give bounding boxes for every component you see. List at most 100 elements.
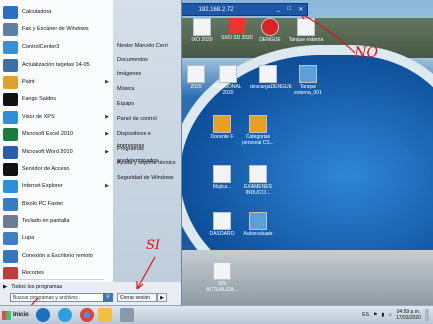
submenu-arrow-icon: ▶ <box>105 114 109 120</box>
submenu-arrow-icon: ▶ <box>105 149 109 155</box>
start-menu-right-item[interactable]: Nestor Marcelo Cerri <box>117 40 179 52</box>
start-menu-item[interactable]: Bixolo PC Faxter <box>0 195 113 213</box>
start-menu-item-label: Fango Saldos <box>22 96 56 102</box>
submenu-arrow-icon: ▶ <box>105 183 109 189</box>
clock[interactable]: 04:59 p.m. 17/03/2020 <box>396 309 421 321</box>
start-menu-right-item[interactable]: Música <box>117 83 179 95</box>
submenu-arrow-icon: ▶ <box>105 131 109 137</box>
program-icon <box>3 110 18 124</box>
program-icon <box>3 75 18 89</box>
start-menu-item-label: Internet Explorer <box>22 183 63 189</box>
program-icon <box>3 22 18 36</box>
network-icon[interactable]: ▮ <box>381 312 384 318</box>
start-menu-item[interactable]: Servidor de Acceso <box>0 160 113 178</box>
desktop-icon[interactable]: PERSONAL 2020 <box>210 65 246 96</box>
divider <box>4 279 104 280</box>
desktop-icon[interactable]: EXAMENES INDUCCI... <box>240 165 276 196</box>
program-icon <box>3 145 18 159</box>
triangle-right-icon: ▶ <box>3 284 8 290</box>
start-menu-item-label: Actualización tarjetas 14-05 <box>22 62 90 68</box>
program-icon <box>3 214 18 228</box>
start-menu-item-label: Microsoft Word 2010 <box>22 149 73 155</box>
start-menu-item-label: Fax y Escáner de Windows <box>22 26 89 32</box>
start-menu-item[interactable]: Calculadora <box>0 3 113 21</box>
desktop-icon[interactable]: Mujica... <box>204 165 240 190</box>
window-controls: _ □ ✕ <box>273 6 307 13</box>
start-menu-item-label: Recortes <box>22 270 45 276</box>
start-menu-item[interactable]: Fax y Escáner de Windows <box>0 20 113 38</box>
show-desktop-button[interactable] <box>425 309 429 321</box>
program-icon <box>3 58 18 72</box>
program-icon <box>3 92 18 106</box>
start-menu-right-item[interactable]: Documentos <box>117 54 179 66</box>
desktop-icon[interactable]: Docente F <box>204 115 240 140</box>
desktop-icon[interactable]: 2020 <box>178 65 214 90</box>
windows-logo-icon <box>2 310 11 320</box>
search-icon[interactable]: ⚲ <box>103 293 113 302</box>
start-menu-item-label: Conexión a Escritorio remoto <box>22 253 93 259</box>
desktop-icon[interactable]: SIS ACTUALIZA... <box>204 262 240 293</box>
start-menu-item-label: Teclado en pantalla <box>22 218 70 224</box>
program-icon <box>3 266 18 280</box>
close-button[interactable]: ✕ <box>298 6 303 13</box>
app-taskbar-icon[interactable] <box>120 308 134 322</box>
desktop-icon[interactable]: DASOARO <box>204 212 240 237</box>
start-menu-item-label: Visor de XPS <box>22 114 55 120</box>
chrome-taskbar-icon[interactable] <box>80 308 94 322</box>
flag-icon[interactable]: ⚑ <box>373 312 377 318</box>
annotation-si: SI <box>146 238 161 253</box>
program-icon <box>3 197 18 211</box>
desktop-icon[interactable]: IXO 2020 <box>184 18 220 43</box>
start-menu-right-item[interactable]: Dispositivos e impresoras <box>117 128 179 149</box>
minimize-button[interactable]: _ <box>277 6 280 13</box>
start-menu-item-label: Paint <box>22 79 35 85</box>
system-tray: ES ⚑ ▮ ♫ 04:59 p.m. 17/03/2020 <box>362 306 433 324</box>
start-menu-item[interactable]: Lupa <box>0 229 113 247</box>
program-icon <box>3 231 18 245</box>
ie-taskbar-icon[interactable] <box>58 308 72 322</box>
start-menu-item[interactable]: Visor de XPS ▶ <box>0 108 113 126</box>
language-indicator[interactable]: ES <box>362 312 369 318</box>
desktop-icon[interactable]: Autoevaluate <box>240 212 276 237</box>
program-icon <box>3 249 18 263</box>
program-icon <box>3 179 18 193</box>
start-menu-item-label: ControlCenter3 <box>22 44 60 50</box>
program-icon <box>3 162 18 176</box>
start-menu-item[interactable]: Teclado en pantalla <box>0 212 113 230</box>
folder-taskbar-icon[interactable] <box>98 308 112 322</box>
desktop-icon[interactable]: descargaDENGUE <box>250 65 292 90</box>
restore-button[interactable]: □ <box>287 6 291 13</box>
annotation-arrow-si <box>136 256 156 290</box>
program-icon <box>3 5 18 19</box>
start-button[interactable]: Inicio <box>2 308 32 322</box>
start-menu-item[interactable]: Paint ▶ <box>0 73 113 91</box>
start-menu-item-label: Calculadora <box>22 9 52 15</box>
start-menu-right-item[interactable]: Ayuda y soporte técnico <box>117 157 179 169</box>
desktop-icon[interactable]: Tanque externa_001 <box>290 65 326 96</box>
start-menu-item-label: Lupa <box>22 235 35 241</box>
start-menu-item[interactable]: Actualización tarjetas 14-05 <box>0 56 113 74</box>
start-menu-right-item[interactable]: Seguridad de Windows <box>117 172 179 184</box>
desktop-icon[interactable]: SXO SD 2020 <box>219 18 255 41</box>
start-menu-item[interactable]: Microsoft Word 2010 ▶ <box>0 143 113 161</box>
start-menu-right-item[interactable]: Panel de control <box>117 113 179 125</box>
start-menu-item-label: Bixolo PC Faxter <box>22 201 64 207</box>
desktop-icon[interactable]: Categorias personal CS... <box>240 115 276 146</box>
start-menu-item[interactable]: Microsoft Excel 2010 ▶ <box>0 125 113 143</box>
start-menu-item-label: Microsoft Excel 2010 <box>22 131 74 137</box>
submenu-arrow-icon: ▶ <box>105 79 109 85</box>
start-menu-right-item[interactable]: Programas predeterminados <box>117 143 179 164</box>
start-menu-item[interactable]: Internet Explorer ▶ <box>0 177 113 195</box>
all-programs-button[interactable]: ▶ Todos los programas <box>3 282 111 292</box>
start-menu-item[interactable]: Fango Saldos <box>0 90 113 108</box>
program-icon <box>3 127 18 141</box>
start-menu-item[interactable]: Conexión a Escritorio remoto <box>0 247 113 265</box>
start-menu-item[interactable]: ControlCenter3 <box>0 38 113 56</box>
taskbar: Inicio ES ⚑ ▮ ♫ 04:59 p.m. 17/03/2020 <box>0 305 433 324</box>
program-icon <box>3 40 18 54</box>
start-menu-right-item[interactable]: Imágenes <box>117 68 179 80</box>
volume-icon[interactable]: ♫ <box>388 312 392 318</box>
start-menu-right-item[interactable]: Equipo <box>117 98 179 110</box>
start-menu-item-label: Servidor de Acceso <box>22 166 70 172</box>
internet-explorer-taskbar-icon[interactable] <box>36 308 50 322</box>
